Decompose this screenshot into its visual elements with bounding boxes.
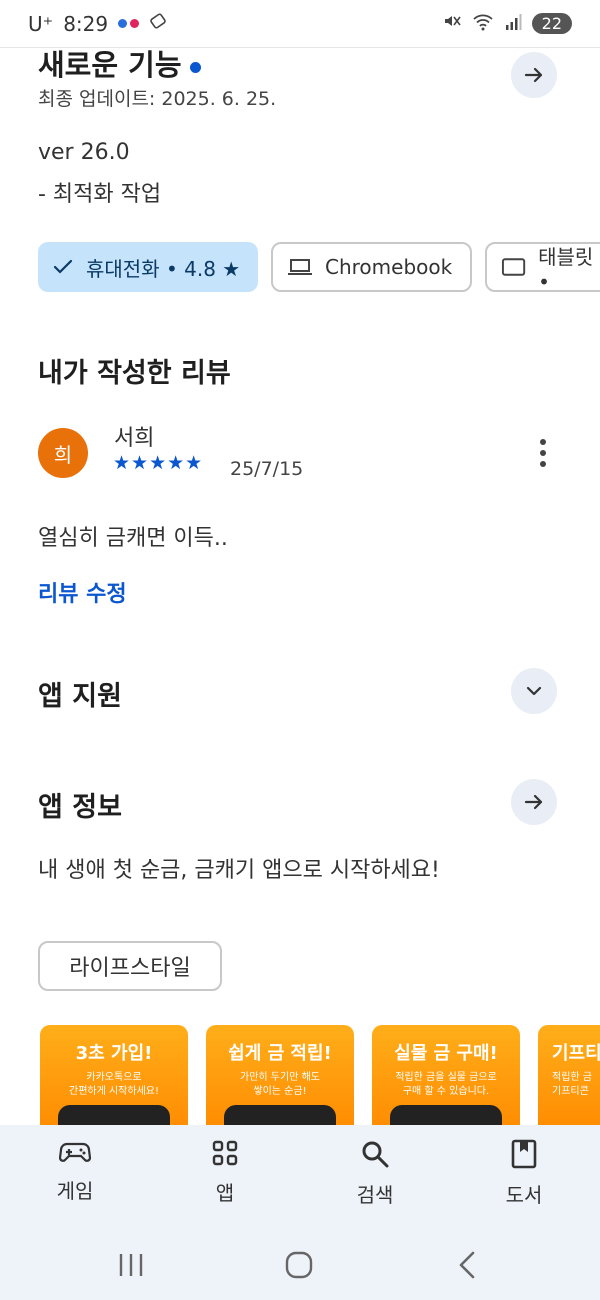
wifi-icon bbox=[472, 12, 494, 36]
screenshot-caption-1: 카카오톡으로 bbox=[86, 1072, 142, 1083]
nav-books-label: 도서 bbox=[505, 1183, 543, 1207]
mute-icon bbox=[442, 11, 462, 36]
back-icon[interactable] bbox=[455, 1250, 479, 1280]
whats-new-title: 새로운 기능 bbox=[38, 48, 182, 82]
chip-chromebook-label: Chromebook bbox=[325, 255, 453, 279]
version-text: ver 26.0 bbox=[38, 140, 130, 165]
search-icon bbox=[362, 1141, 389, 1168]
nav-search-label: 검색 bbox=[356, 1183, 394, 1207]
review-date: 25/7/15 bbox=[230, 458, 304, 480]
screenshot-1[interactable]: 3초 가입! 카카오톡으로 간편하게 시작하세요! bbox=[40, 1025, 188, 1135]
home-icon[interactable] bbox=[284, 1250, 314, 1280]
nav-games[interactable]: 게임 bbox=[25, 1139, 125, 1204]
screenshot-caption-1: 적립한 금을 실물 금으로 bbox=[395, 1072, 497, 1083]
status-left: U⁺ 8:29 bbox=[28, 11, 169, 36]
no-disturb-icon bbox=[149, 11, 169, 36]
screenshot-caption-1: 가만히 두기만 해도 bbox=[240, 1072, 320, 1083]
screenshot-headline: 3초 가입! bbox=[75, 1043, 153, 1064]
tablet-icon bbox=[501, 258, 526, 276]
nav-apps-label: 앱 bbox=[215, 1181, 235, 1205]
flickr-icon bbox=[118, 19, 140, 28]
more-vert-icon bbox=[540, 439, 546, 445]
nav-games-label: 게임 bbox=[56, 1179, 94, 1203]
screenshot-caption-2: 간편하게 시작하세요! bbox=[69, 1086, 159, 1097]
my-review-title: 내가 작성한 리뷰 bbox=[38, 358, 231, 389]
chip-phone-label: 휴대전화 • 4.8 ★ bbox=[86, 256, 241, 281]
status-bar: U⁺ 8:29 22 bbox=[0, 0, 600, 48]
review-more-button[interactable] bbox=[526, 436, 560, 470]
chevron-down-icon bbox=[526, 686, 542, 696]
avatar: 희 bbox=[38, 428, 88, 478]
screenshot-caption-2: 쌓이는 순금! bbox=[253, 1086, 307, 1097]
last-updated: 최종 업데이트: 2025. 6. 25. bbox=[38, 88, 277, 110]
status-right: 22 bbox=[442, 11, 572, 36]
nav-apps[interactable]: 앱 bbox=[175, 1139, 275, 1206]
review-text: 열심히 금캐면 이득.. bbox=[38, 526, 228, 551]
screenshot-headline: 쉽게 금 적립! bbox=[228, 1043, 332, 1064]
app-support-expand-button[interactable] bbox=[511, 668, 557, 714]
screenshot-4[interactable]: 기프티 적립한 금 기프티콘 bbox=[538, 1025, 600, 1135]
carrier-label: U⁺ bbox=[28, 11, 54, 36]
laptop-icon bbox=[288, 259, 312, 275]
chip-phone[interactable]: 휴대전화 • 4.8 ★ bbox=[38, 242, 258, 292]
arrow-right-icon bbox=[524, 67, 543, 83]
system-navigation bbox=[0, 1240, 600, 1300]
apps-grid-icon bbox=[212, 1140, 238, 1166]
category-chip[interactable]: 라이프스타일 bbox=[38, 941, 222, 991]
edit-review-link[interactable]: 리뷰 수정 bbox=[38, 576, 127, 608]
clock: 8:29 bbox=[63, 11, 109, 36]
chip-tablet-label: 태블릿 • bbox=[538, 244, 594, 294]
nav-search[interactable]: 검색 bbox=[325, 1139, 425, 1208]
whats-new-heading: 새로운 기능 bbox=[38, 42, 201, 84]
reviewer-name: 서희 bbox=[114, 426, 155, 451]
chip-tablet[interactable]: 태블릿 • bbox=[485, 242, 600, 294]
screenshot-headline: 기프티 bbox=[552, 1043, 600, 1064]
arrow-right-icon bbox=[524, 794, 543, 810]
star-rating: ★★★★★ bbox=[113, 452, 204, 474]
new-indicator-dot bbox=[189, 61, 201, 73]
release-note: - 최적화 작업 bbox=[38, 182, 162, 207]
recent-apps-icon[interactable] bbox=[116, 1252, 146, 1278]
chip-chromebook[interactable]: Chromebook bbox=[271, 242, 472, 292]
gamepad-icon bbox=[59, 1142, 91, 1162]
app-info-arrow-button[interactable] bbox=[511, 779, 557, 825]
screenshot-headline: 실물 금 구매! bbox=[394, 1043, 498, 1064]
app-info-title: 앱 정보 bbox=[38, 792, 122, 823]
screenshot-caption-2: 기프티콘 bbox=[552, 1086, 589, 1097]
screenshot-3[interactable]: 실물 금 구매! 적립한 금을 실물 금으로 구매 할 수 있습니다. bbox=[372, 1025, 520, 1135]
check-icon bbox=[53, 259, 73, 274]
battery-indicator: 22 bbox=[531, 13, 572, 34]
signal-icon bbox=[504, 12, 522, 36]
screenshot-caption-2: 구매 할 수 있습니다. bbox=[402, 1086, 490, 1097]
nav-books[interactable]: 도서 bbox=[474, 1139, 574, 1208]
book-icon bbox=[511, 1139, 537, 1169]
whats-new-arrow-button[interactable] bbox=[511, 52, 557, 98]
screenshot-caption-1: 적립한 금 bbox=[552, 1072, 592, 1083]
app-support-title: 앱 지원 bbox=[38, 681, 122, 712]
app-description: 내 생애 첫 순금, 금캐기 앱으로 시작하세요! bbox=[38, 858, 440, 883]
screenshot-2[interactable]: 쉽게 금 적립! 가만히 두기만 해도 쌓이는 순금! bbox=[206, 1025, 354, 1135]
bottom-navigation: 게임 앱 검색 도서 bbox=[0, 1125, 600, 1240]
